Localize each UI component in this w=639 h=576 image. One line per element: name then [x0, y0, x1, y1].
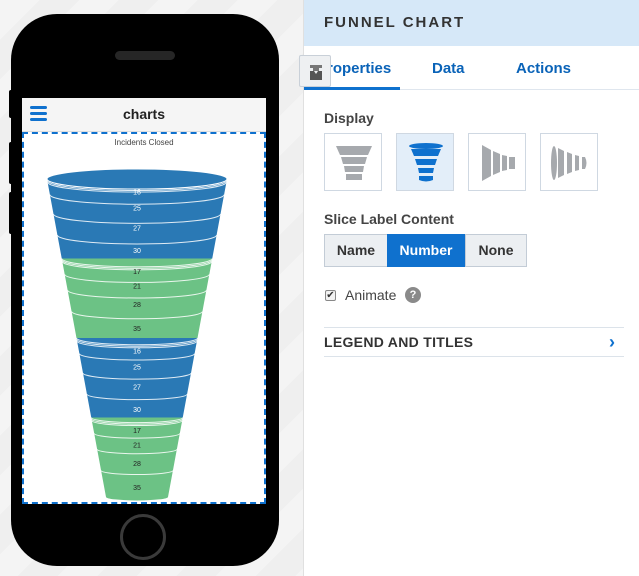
panel-title: FUNNEL CHART: [304, 0, 639, 46]
slice-label-content-label: Slice Label Content: [324, 211, 454, 227]
chevron-right-icon[interactable]: ›: [609, 332, 615, 353]
app-title: charts: [122, 106, 166, 122]
funnel-slice-label: 35: [133, 326, 141, 333]
horizontal-flat-icon: [482, 145, 515, 181]
help-icon[interactable]: ?: [405, 287, 421, 303]
tab-data[interactable]: Data: [432, 60, 465, 77]
funnel-slice-label: 27: [133, 226, 141, 233]
legend-and-titles-section[interactable]: LEGEND AND TITLES: [324, 334, 473, 350]
funnel-top-cap: [46, 168, 228, 190]
display-option-horizontal-3d[interactable]: [540, 133, 598, 191]
funnel-slice-label: 30: [133, 407, 141, 414]
funnel-slice-label: 30: [133, 248, 141, 255]
funnel-3d-icon: [409, 143, 443, 182]
funnel-slice-label: 21: [133, 442, 141, 449]
section-divider-top: [324, 327, 624, 328]
funnel-slice-label: 21: [133, 283, 141, 290]
funnel-flat-icon: [336, 146, 372, 180]
phone-speaker: [115, 51, 175, 60]
slice-label-name-button[interactable]: Name: [324, 234, 388, 267]
horizontal-3d-icon: [551, 146, 587, 180]
chart-title: Incidents Closed: [114, 138, 173, 147]
section-divider-bottom: [324, 356, 624, 357]
funnel-chart[interactable]: 16 25 27 30 17 21 28 35 16 25 27 30 17 21 28 35 Incident…: [22, 132, 266, 504]
phone-volume-down-button: [9, 192, 15, 234]
funnel-slice-label: 17: [133, 428, 141, 435]
phone-volume-up-button: [9, 142, 15, 184]
funnel-slice-label: 27: [133, 385, 141, 392]
phone-home-button[interactable]: [120, 514, 166, 560]
style-icon: [310, 65, 322, 80]
tab-actions[interactable]: Actions: [516, 60, 571, 77]
display-option-horizontal-flat[interactable]: [468, 133, 526, 191]
phone-mute-button: [9, 90, 15, 118]
app-header: charts: [22, 98, 266, 132]
animate-checkbox[interactable]: ✔: [325, 290, 336, 301]
funnel-slice-label: 16: [133, 348, 141, 355]
tab-bar: Properties Data Actions: [304, 46, 639, 90]
funnel-slice-label: 25: [133, 205, 141, 212]
phone-frame: charts 16 25 27 30 17 21 28 35 16 25 27 30 17 21 28 35 I…: [9, 14, 279, 566]
funnel-slice-label: 28: [133, 302, 141, 309]
slice-label-none-button[interactable]: None: [465, 234, 527, 267]
funnel-chart-svg: 16 25 27 30 17 21 28 35 16 25 27 30 17 21 28 35 Incident…: [46, 138, 228, 501]
funnel-slice-label: 28: [133, 461, 141, 468]
funnel-slice-label: 35: [133, 485, 141, 492]
funnel-slice-label: 16: [133, 189, 141, 196]
funnel-slice-label: 17: [133, 269, 141, 276]
display-option-funnel-3d[interactable]: [396, 133, 454, 191]
slice-label-number-button[interactable]: Number: [387, 234, 465, 267]
funnel-slice-label: 25: [133, 364, 141, 371]
phone-screen: charts 16 25 27 30 17 21 28 35 16 25 27 30 17 21 28 35 I…: [22, 98, 266, 504]
display-option-funnel-flat[interactable]: [324, 133, 382, 191]
style-button[interactable]: [299, 55, 331, 87]
animate-label: Animate: [345, 287, 397, 303]
display-label: Display: [324, 110, 374, 126]
